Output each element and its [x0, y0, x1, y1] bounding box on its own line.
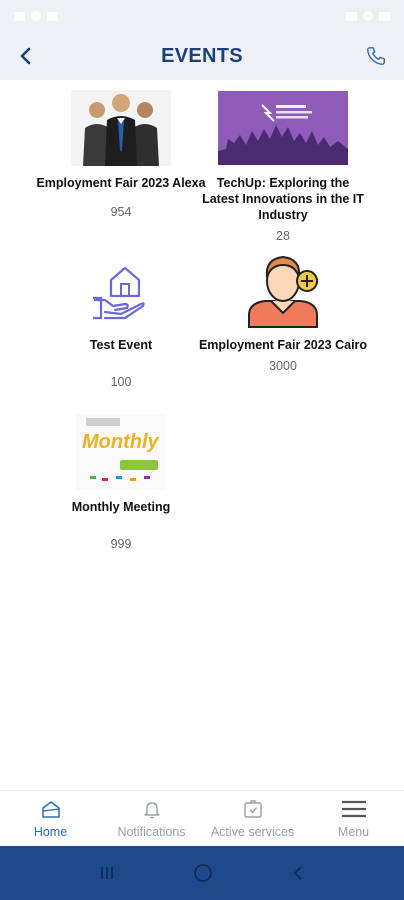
- event-count: 3000: [269, 359, 297, 373]
- status-icon: [363, 11, 373, 21]
- event-name: Employment Fair 2023 Alexa: [36, 176, 206, 190]
- nav-menu[interactable]: Menu: [303, 791, 404, 846]
- event-card[interactable]: Test Event 100: [36, 252, 206, 389]
- nav-label: Active services: [210, 825, 295, 839]
- status-icon: [346, 11, 357, 21]
- nav-label: Notifications: [117, 825, 186, 839]
- event-count: 954: [110, 205, 132, 219]
- back-nav-icon[interactable]: [290, 864, 306, 882]
- app-bar: EVENTS: [0, 32, 404, 80]
- event-image: Monthly: [56, 414, 186, 490]
- bottom-navigation: Home Notifications Active services Menu: [0, 790, 404, 846]
- nav-active-services[interactable]: Active services: [202, 791, 303, 846]
- event-image: [218, 90, 348, 166]
- event-count: 28: [276, 229, 290, 243]
- status-icon: [14, 11, 25, 21]
- events-grid: Employment Fair 2023 Alexa 954 TechUp: E…: [0, 80, 404, 790]
- event-card[interactable]: Employment Fair 2023 Alexa 954: [36, 90, 206, 219]
- battery-icon: [379, 11, 390, 21]
- event-count: 999: [110, 537, 132, 551]
- event-name: TechUp: Exploring the Latest Innovations…: [202, 176, 364, 222]
- chevron-left-icon: [20, 47, 31, 65]
- nav-label: Menu: [337, 825, 370, 839]
- home-circle-icon[interactable]: [192, 862, 214, 884]
- event-name: Monthly Meeting: [71, 500, 171, 514]
- phone-icon: [367, 47, 385, 65]
- event-card[interactable]: TechUp: Exploring the Latest Innovations…: [198, 90, 368, 243]
- nav-home[interactable]: Home: [0, 791, 101, 846]
- event-name: Employment Fair 2023 Cairo: [198, 338, 368, 352]
- status-icon: [31, 11, 41, 21]
- page-title: EVENTS: [161, 44, 243, 67]
- status-bar: [0, 0, 404, 32]
- call-button[interactable]: [358, 38, 394, 74]
- event-count: 100: [110, 375, 132, 389]
- event-card[interactable]: Monthly Monthly Meeting 999: [36, 414, 206, 551]
- bell-icon: [143, 802, 160, 819]
- event-image: [56, 90, 186, 166]
- back-button[interactable]: [8, 38, 44, 74]
- event-card[interactable]: Employment Fair 2023 Cairo 3000: [198, 252, 368, 373]
- event-name: Test Event: [89, 338, 153, 352]
- event-image: [218, 252, 348, 328]
- services-icon: [243, 800, 262, 818]
- svg-text:Monthly: Monthly: [82, 431, 160, 453]
- recent-apps-icon[interactable]: [98, 864, 116, 882]
- home-icon: [41, 801, 60, 818]
- nav-label: Home: [33, 825, 68, 839]
- menu-icon: [341, 800, 366, 818]
- event-image: [56, 252, 186, 328]
- status-icon: [47, 11, 58, 21]
- nav-notifications[interactable]: Notifications: [101, 791, 202, 846]
- system-navigation-bar: [0, 846, 404, 900]
